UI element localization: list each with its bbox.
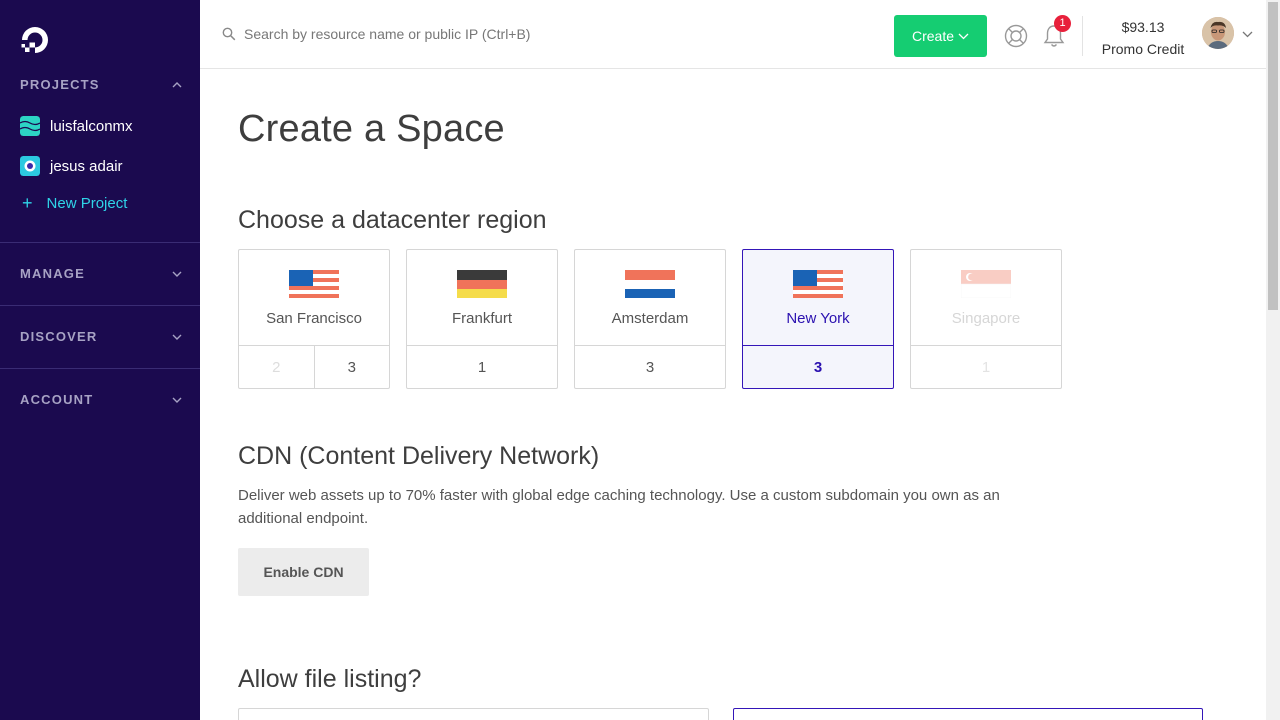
promo-credit[interactable]: $93.13 Promo Credit xyxy=(1096,16,1190,60)
datacenter-option-disabled: 2 xyxy=(272,359,281,376)
region-name: New York xyxy=(786,310,850,327)
create-button[interactable]: Create xyxy=(894,15,987,57)
datacenter-option-selected[interactable]: 3 xyxy=(743,346,893,389)
project-label: jesus adair xyxy=(50,157,123,175)
notification-badge: 1 xyxy=(1054,15,1071,32)
projects-section-header[interactable]: PROJECTS xyxy=(20,77,182,92)
project-target-icon xyxy=(20,156,40,176)
sg-flag-icon xyxy=(961,270,1011,298)
avatar-image xyxy=(1202,17,1234,49)
datacenter-option[interactable]: 3 xyxy=(575,346,725,389)
account-section-header[interactable]: ACCOUNT xyxy=(20,392,182,407)
top-header: Create 1 $93.13 Promo Credit xyxy=(200,0,1266,69)
region-card-san-francisco[interactable]: San Francisco 2 3 xyxy=(238,249,390,389)
credit-amount: $93.13 xyxy=(1121,19,1165,35)
file-listing-option-selected[interactable] xyxy=(733,708,1203,720)
region-card-new-york[interactable]: New York 3 xyxy=(742,249,894,389)
de-flag-icon xyxy=(457,270,507,298)
new-project-link[interactable]: + New Project xyxy=(22,194,127,212)
datacenter-numbers: 3 xyxy=(743,345,893,389)
chevron-down-icon xyxy=(172,397,182,403)
file-listing-heading: Allow file listing? xyxy=(238,665,422,693)
cdn-heading: CDN (Content Delivery Network) xyxy=(238,442,600,470)
chevron-down-icon xyxy=(172,334,182,340)
sidebar-divider xyxy=(0,305,200,306)
account-heading: ACCOUNT xyxy=(20,392,94,407)
credit-label: Promo Credit xyxy=(1101,41,1185,57)
nl-flag-icon xyxy=(625,270,675,298)
search-bar xyxy=(222,26,624,42)
file-listing-option-restrict[interactable] xyxy=(238,708,709,720)
enable-cdn-button[interactable]: Enable CDN xyxy=(238,548,369,596)
region-card-frankfurt[interactable]: Frankfurt 1 xyxy=(406,249,558,389)
projects-heading: PROJECTS xyxy=(20,77,100,92)
region-card-amsterdam[interactable]: Amsterdam 3 xyxy=(574,249,726,389)
chevron-down-icon xyxy=(172,271,182,277)
region-list: San Francisco 2 3 Frankfurt 1 Amsterdam … xyxy=(238,249,1062,389)
region-card-singapore: Singapore 1 xyxy=(910,249,1062,389)
datacenter-option-disabled: 1 xyxy=(981,359,991,376)
us-flag-icon xyxy=(793,270,843,298)
sidebar-divider xyxy=(0,368,200,369)
user-avatar[interactable] xyxy=(1202,17,1234,49)
sidebar-item-project-jesus-adair[interactable]: jesus adair xyxy=(20,156,123,176)
region-name: Singapore xyxy=(951,310,1021,327)
datacenter-option[interactable]: 1 xyxy=(407,346,557,389)
us-flag-icon xyxy=(289,270,339,298)
cdn-description: Deliver web assets up to 70% faster with… xyxy=(238,487,1000,527)
new-project-label: New Project xyxy=(46,194,128,212)
datacenter-numbers: 1 xyxy=(911,345,1061,389)
chevron-up-icon xyxy=(172,81,182,87)
scrollbar-thumb[interactable] xyxy=(1268,2,1278,310)
manage-section-header[interactable]: MANAGE xyxy=(20,266,182,281)
project-label: luisfalconmx xyxy=(50,117,133,135)
search-input[interactable] xyxy=(244,26,624,42)
datacenter-numbers: 3 xyxy=(575,345,725,389)
sidebar-item-project-luisfalconmx[interactable]: luisfalconmx xyxy=(20,116,133,136)
header-divider xyxy=(1082,16,1083,56)
datacenter-numbers: 2 3 xyxy=(239,345,389,389)
digitalocean-logo-icon[interactable] xyxy=(19,24,51,56)
datacenter-option[interactable]: 3 xyxy=(313,346,390,389)
region-name: Frankfurt xyxy=(451,310,512,327)
search-icon xyxy=(222,27,236,41)
plus-icon: + xyxy=(22,193,33,213)
sidebar: PROJECTS luisfalconmx jesus adair + New … xyxy=(0,0,200,720)
project-waves-icon xyxy=(20,116,40,136)
region-name: Amsterdam xyxy=(611,310,689,327)
chevron-down-icon[interactable] xyxy=(1242,31,1253,38)
manage-heading: MANAGE xyxy=(20,266,85,281)
discover-section-header[interactable]: DISCOVER xyxy=(20,329,182,344)
region-name: San Francisco xyxy=(266,310,362,327)
discover-heading: DISCOVER xyxy=(20,329,98,344)
create-label: Create xyxy=(911,28,955,44)
chevron-down-icon xyxy=(958,33,969,39)
region-heading: Choose a datacenter region xyxy=(238,206,547,234)
help-lifebuoy-icon[interactable] xyxy=(1004,24,1028,48)
page-scrollbar[interactable] xyxy=(1266,0,1280,720)
sidebar-divider xyxy=(0,242,200,243)
datacenter-numbers: 1 xyxy=(407,345,557,389)
page-title: Create a Space xyxy=(238,108,505,150)
